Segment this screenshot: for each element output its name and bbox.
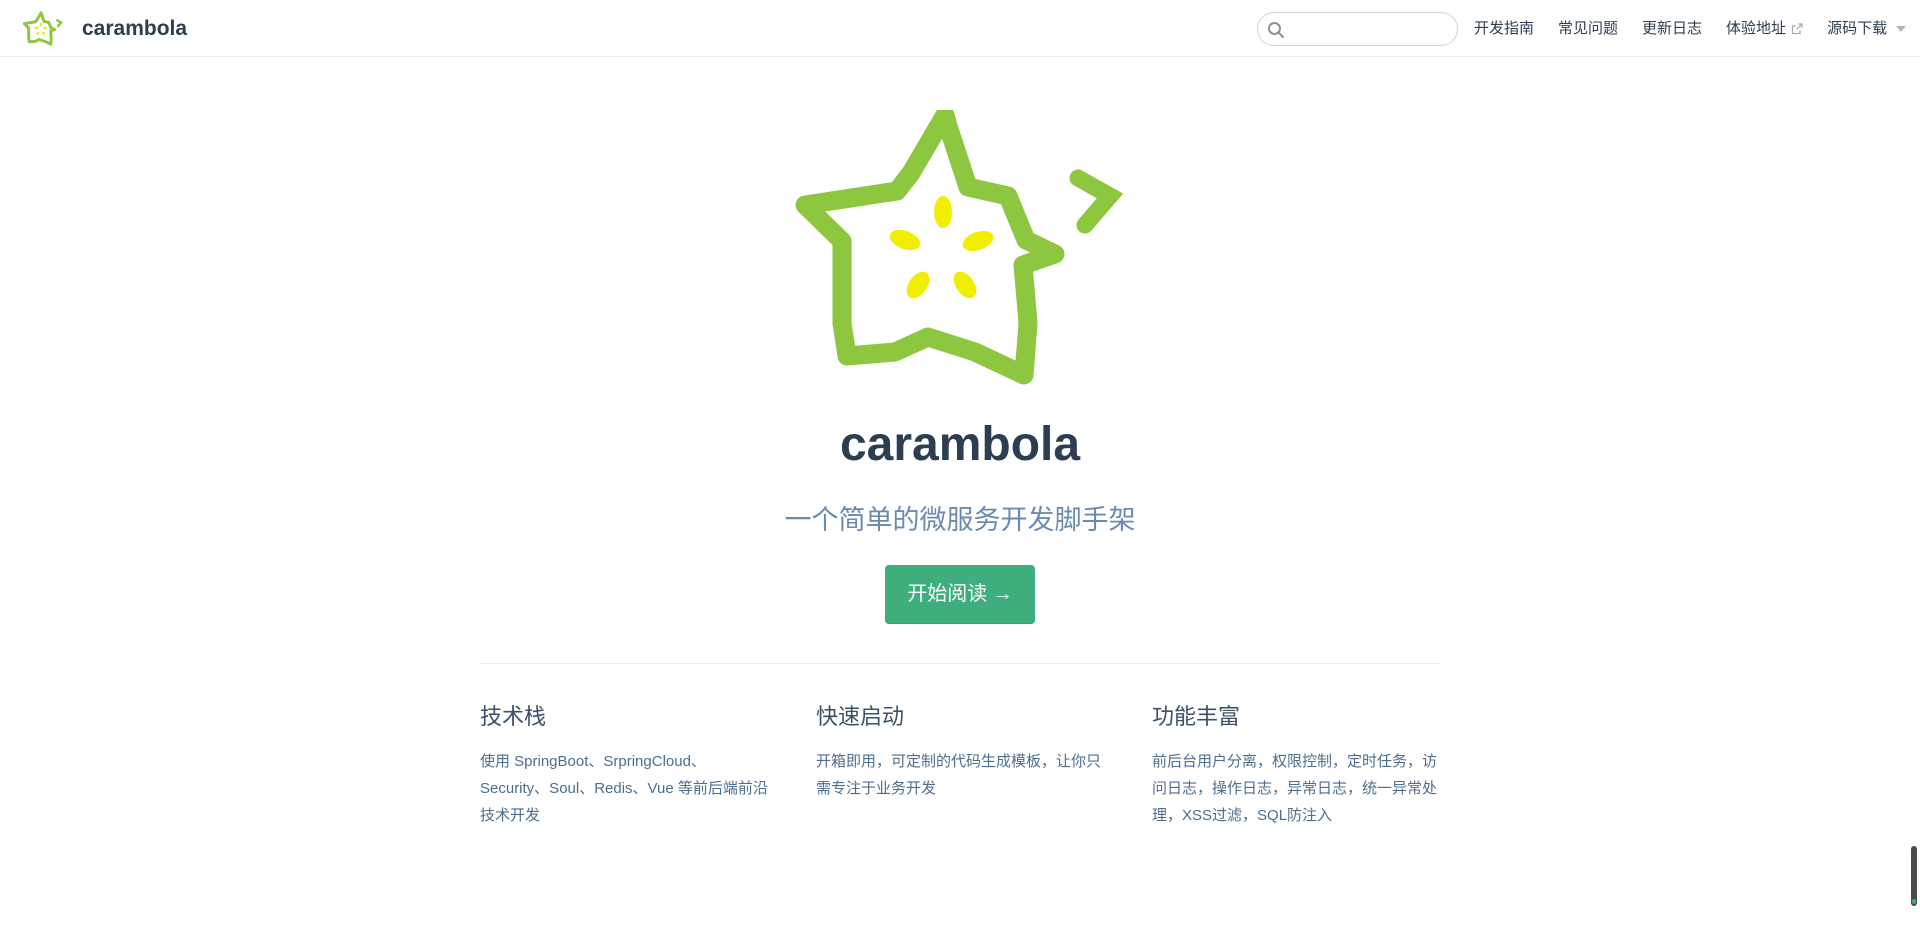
nav-item-label: 源码下载 bbox=[1827, 20, 1888, 37]
hero-carambola-logo bbox=[795, 110, 1124, 385]
chevron-down-icon bbox=[1896, 26, 1907, 32]
hero-title: carambola bbox=[839, 418, 1081, 471]
nav-item-demo[interactable]: 体验地址 bbox=[1726, 18, 1803, 40]
nav-item-source-download[interactable]: 源码下载 bbox=[1827, 18, 1907, 40]
external-link-icon bbox=[1791, 23, 1803, 35]
nav-links: 开发指南 常见问题 更新日志 体验地址 源码下载 bbox=[1474, 18, 1920, 40]
nav-item-changelog[interactable]: 更新日志 bbox=[1642, 18, 1702, 40]
feature-tech-stack: 技术栈 使用 SpringBoot、SrpringCloud、Security、… bbox=[480, 700, 770, 829]
search-box[interactable] bbox=[1257, 12, 1458, 46]
nav-item-label: 开发指南 bbox=[1474, 20, 1535, 37]
nav-item-dev-guide[interactable]: 开发指南 bbox=[1474, 18, 1534, 40]
site-name[interactable]: carambola bbox=[82, 15, 187, 43]
feature-title: 快速启动 bbox=[816, 704, 905, 729]
navbar: carambola 开发指南 常见问题 更新日志 体验地址 源码下载 bbox=[0, 0, 1920, 57]
nav-item-faq[interactable]: 常见问题 bbox=[1558, 18, 1618, 40]
feature-rich-functions: 功能丰富 前后台用户分离，权限控制，定时任务，访问日志，操作日志，异常日志，统一… bbox=[1152, 700, 1442, 829]
carambola-logo-icon[interactable] bbox=[23, 9, 63, 49]
nav-item-label: 常见问题 bbox=[1558, 20, 1619, 37]
feature-title: 功能丰富 bbox=[1152, 704, 1241, 729]
divider bbox=[480, 663, 1440, 664]
nav-item-label: 体验地址 bbox=[1726, 20, 1787, 37]
feature-details: 开箱即用，可定制的代码生成模板，让你只需专注于业务开发 bbox=[816, 753, 1102, 797]
feature-quick-start: 快速启动 开箱即用，可定制的代码生成模板，让你只需专注于业务开发 bbox=[816, 700, 1106, 802]
feature-details: 使用 SpringBoot、SrpringCloud、Security、Soul… bbox=[480, 753, 768, 824]
search-icon bbox=[1268, 22, 1284, 38]
start-reading-button[interactable]: 开始阅读 → bbox=[885, 565, 1035, 624]
hero-description: 一个简单的微服务开发脚手架 bbox=[784, 505, 1136, 535]
search-input[interactable] bbox=[1288, 18, 1452, 42]
feature-title: 技术栈 bbox=[480, 704, 547, 729]
scrollbar[interactable] bbox=[1911, 846, 1917, 906]
feature-details: 前后台用户分离，权限控制，定时任务，访问日志，操作日志，异常日志，统一异常处理，… bbox=[1152, 753, 1438, 824]
nav-item-label: 更新日志 bbox=[1642, 20, 1703, 37]
